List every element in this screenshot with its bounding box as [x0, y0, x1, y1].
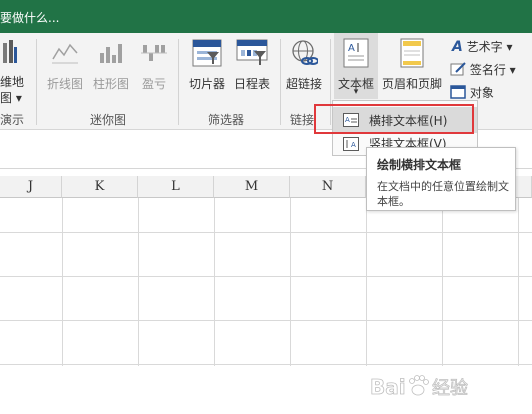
slicer-icon	[192, 39, 222, 67]
wordart-icon: A	[452, 39, 463, 55]
column-header-j[interactable]: J	[0, 176, 62, 198]
tooltip-description: 在文档中的任意位置绘制文本框。	[377, 180, 509, 208]
tooltip: 绘制横排文本框 在文档中的任意位置绘制文本框。	[366, 147, 516, 211]
grid-line	[518, 198, 519, 366]
group-separator	[178, 39, 179, 125]
column-header-l[interactable]: L	[138, 176, 214, 198]
column-header-n[interactable]: N	[290, 176, 366, 198]
tell-me-search[interactable]: 要做什么...	[0, 9, 59, 26]
grid-line	[138, 198, 139, 366]
grid-line	[0, 320, 532, 321]
grid-line	[0, 232, 532, 233]
grid-line	[214, 198, 215, 366]
sparkline-line-label: 折线图	[46, 77, 83, 91]
sparkline-winloss-label: 盈亏	[141, 77, 166, 91]
sparkline-column-button[interactable]: 柱形图	[88, 33, 134, 109]
vertical-textbox-icon: A	[343, 137, 359, 151]
object-icon	[450, 85, 466, 99]
grid-line	[366, 198, 367, 366]
header-footer-label: 页眉和页脚	[381, 77, 442, 91]
paw-logo-icon: Bai 经验	[370, 375, 469, 400]
timeline-label: 日程表	[233, 77, 270, 91]
header-footer-icon	[400, 38, 424, 68]
3d-map-icon	[3, 40, 17, 63]
sparkline-winloss-icon	[141, 45, 167, 61]
group-label-links: 链接	[290, 113, 315, 127]
hyperlink-globe-icon	[292, 40, 318, 65]
3d-map-label-2: 图 ▾	[0, 91, 22, 105]
grid-line	[0, 364, 532, 365]
textbox-button[interactable]: A 文本框 ▾	[334, 33, 378, 99]
group-label-filters: 筛选器	[208, 113, 245, 127]
textbox-icon: A	[343, 38, 369, 68]
wordart-button[interactable]: A 艺术字 ▾	[452, 38, 513, 55]
sparkline-line-button[interactable]: 折线图	[42, 33, 88, 109]
hyperlink-button[interactable]: 超链接	[282, 33, 326, 109]
slicer-label: 切片器	[188, 77, 225, 91]
signature-pen-icon	[450, 62, 466, 76]
cell-grid[interactable]	[0, 198, 532, 364]
object-label: 对象	[469, 86, 494, 100]
signature-line-label: 签名行 ▾	[469, 63, 516, 77]
column-header-m[interactable]: M	[214, 176, 290, 198]
3d-map-button[interactable]: 维地 图 ▾	[0, 33, 32, 109]
svg-text:A: A	[348, 43, 355, 54]
signature-line-button[interactable]: 签名行 ▾	[450, 61, 516, 78]
highlight-annotation-box	[314, 104, 474, 134]
grid-line	[442, 198, 443, 366]
sparkline-line-icon	[52, 43, 78, 64]
group-separator	[280, 39, 281, 125]
timeline-icon	[236, 39, 268, 65]
sparkline-column-icon	[100, 44, 122, 63]
group-separator	[36, 39, 37, 125]
sparkline-column-label: 柱形图	[92, 77, 129, 91]
3d-map-label-1: 维地	[0, 75, 25, 89]
slicer-button[interactable]: 切片器	[184, 33, 230, 109]
object-button[interactable]: 对象	[450, 84, 494, 101]
svg-text:经验: 经验	[432, 378, 468, 399]
tooltip-title: 绘制横排文本框	[377, 158, 462, 172]
column-header-k[interactable]: K	[62, 176, 138, 198]
hyperlink-label: 超链接	[285, 77, 322, 91]
svg-text:A: A	[351, 141, 356, 149]
timeline-button[interactable]: 日程表	[230, 33, 274, 109]
wordart-label: 艺术字 ▾	[466, 40, 513, 54]
header-footer-button[interactable]: 页眉和页脚	[380, 33, 444, 109]
group-label-sparklines: 迷你图	[90, 113, 127, 127]
grid-line	[290, 198, 291, 366]
svg-text:Bai: Bai	[370, 375, 406, 399]
title-bar: 要做什么...	[0, 0, 532, 33]
grid-line	[62, 198, 63, 366]
group-label-tours: 演示	[0, 113, 25, 127]
sparkline-winloss-button[interactable]: 盈亏	[134, 33, 174, 109]
textbox-dropdown-arrow[interactable]: ▾	[334, 87, 378, 97]
baidu-jingyan-watermark: Bai 经验	[368, 370, 518, 404]
grid-line	[0, 276, 532, 277]
